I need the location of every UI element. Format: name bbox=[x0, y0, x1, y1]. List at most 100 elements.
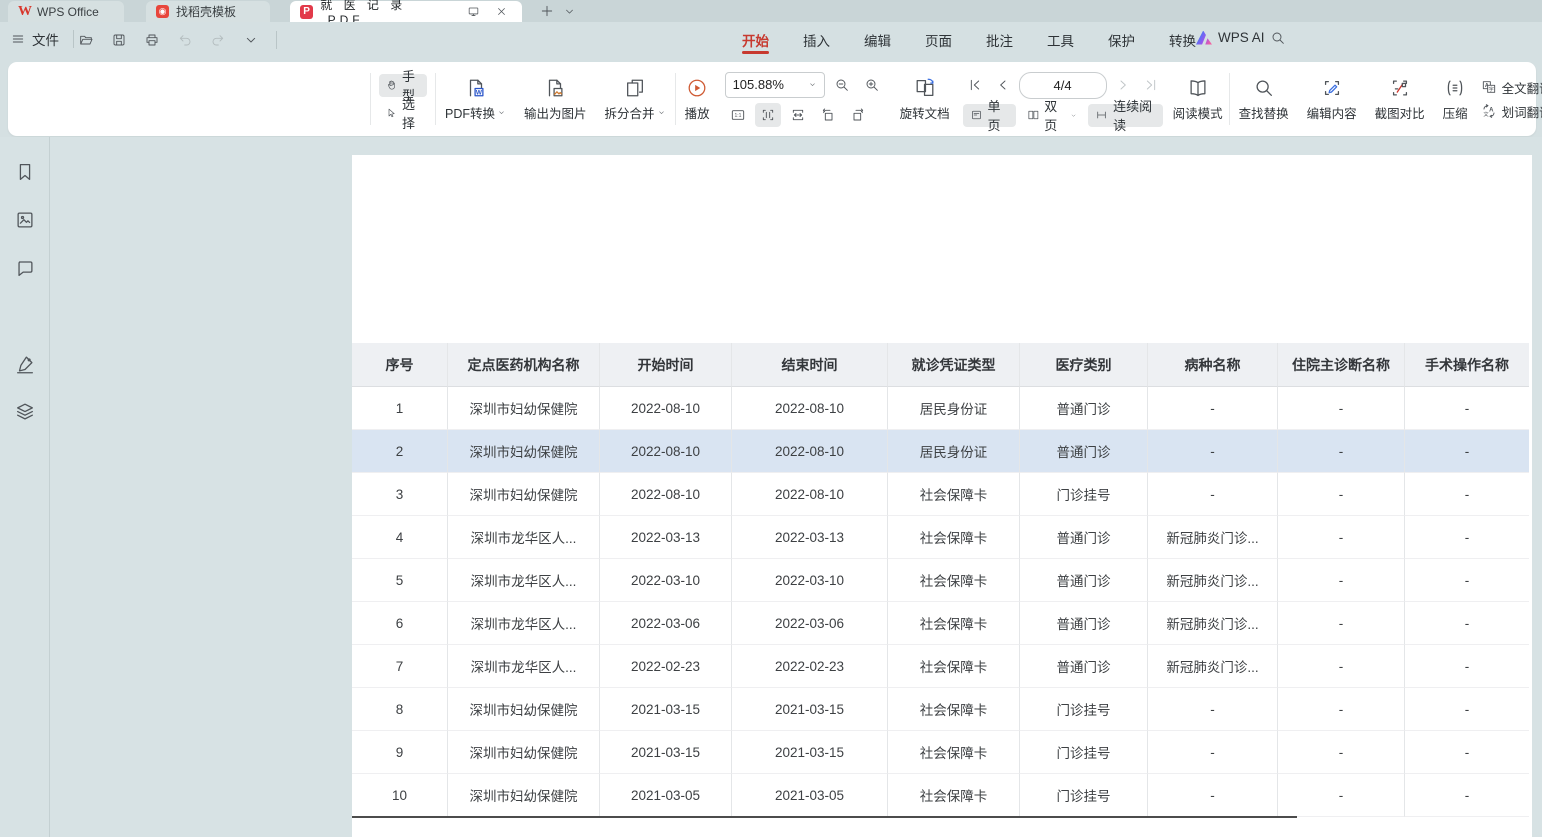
menu-comment[interactable]: 批注 bbox=[984, 22, 1015, 58]
file-menu[interactable]: 文件 bbox=[10, 29, 74, 49]
menu-search-icon[interactable] bbox=[1270, 30, 1286, 51]
wps-logo-icon: W bbox=[18, 4, 30, 20]
layers-icon[interactable] bbox=[10, 397, 40, 427]
menu-convert[interactable]: 转换 bbox=[1167, 22, 1198, 58]
prev-page-button[interactable] bbox=[991, 73, 1015, 97]
next-page-button[interactable] bbox=[1111, 73, 1135, 97]
signature-icon[interactable] bbox=[10, 349, 40, 379]
compress-button[interactable]: 压缩 bbox=[1434, 77, 1477, 122]
table-cell: - bbox=[1278, 473, 1405, 516]
folder-open-icon[interactable] bbox=[74, 29, 98, 51]
play-label: 播放 bbox=[685, 103, 710, 122]
table-cell: 新冠肺炎门诊... bbox=[1148, 559, 1278, 602]
pdf-page[interactable]: 序号定点医药机构名称开始时间结束时间就诊凭证类型医疗类别病种名称住院主诊断名称手… bbox=[352, 155, 1532, 837]
table-cell: 2021-03-15 bbox=[732, 731, 888, 774]
menu-tools[interactable]: 工具 bbox=[1045, 22, 1076, 58]
table-cell: 社会保障卡 bbox=[888, 774, 1020, 817]
double-page-button[interactable]: 双页 bbox=[1020, 104, 1085, 127]
menu-protect[interactable]: 保护 bbox=[1106, 22, 1137, 58]
pdf-file-icon: P bbox=[300, 5, 313, 19]
window-tab-bar: W WPS Office ◉ 找稻壳模板 P 就 医 记 录 .PDF bbox=[0, 0, 1542, 22]
rotate-document-button[interactable]: 旋转文档 bbox=[891, 77, 959, 122]
menu-home[interactable]: 开始 bbox=[740, 22, 771, 58]
menu-insert[interactable]: 插入 bbox=[801, 22, 832, 58]
tab-list-chevron-icon[interactable] bbox=[558, 0, 580, 22]
monitor-icon[interactable] bbox=[463, 5, 484, 18]
table-cell: 4 bbox=[352, 516, 448, 559]
table-cell: 2022-08-10 bbox=[600, 473, 732, 516]
page-indicator: 4/4 bbox=[1054, 78, 1072, 93]
new-tab-plus-icon[interactable] bbox=[536, 0, 558, 22]
full-translate-button[interactable]: 全文翻译 bbox=[1481, 78, 1542, 97]
rotate-left-button[interactable] bbox=[815, 103, 841, 127]
export-image-button[interactable]: 输出为图片 bbox=[515, 77, 596, 122]
table-cell: 2022-03-10 bbox=[600, 559, 732, 602]
tab-wps-office[interactable]: W WPS Office bbox=[8, 1, 124, 22]
read-mode-button[interactable]: 阅读模式 bbox=[1167, 77, 1229, 122]
menu-items: 开始插入编辑页面批注工具保护转换 bbox=[740, 22, 1198, 58]
tab-label: WPS Office bbox=[37, 5, 99, 19]
column-header: 住院主诊断名称 bbox=[1278, 343, 1405, 387]
table-cell: - bbox=[1278, 430, 1405, 473]
word-translate-button[interactable]: 划词翻译 bbox=[1481, 102, 1542, 121]
table-cell: 2022-08-10 bbox=[600, 387, 732, 430]
table-cell: 新冠肺炎门诊... bbox=[1148, 645, 1278, 688]
table-cell: 2021-03-15 bbox=[600, 688, 732, 731]
save-icon[interactable] bbox=[107, 29, 131, 51]
pdf-convert-button[interactable]: PDF转换 bbox=[436, 77, 515, 122]
fit-width-button[interactable] bbox=[785, 103, 811, 127]
menu-page[interactable]: 页面 bbox=[923, 22, 954, 58]
find-replace-button[interactable]: 查找替换 bbox=[1230, 77, 1298, 122]
edit-content-button[interactable]: 编辑内容 bbox=[1298, 77, 1366, 122]
fit-page-button[interactable] bbox=[755, 103, 781, 127]
close-icon[interactable] bbox=[491, 5, 512, 18]
compress-label: 压缩 bbox=[1443, 103, 1468, 122]
split-merge-button[interactable]: 拆分合并 bbox=[596, 77, 675, 122]
table-cell: 2022-08-10 bbox=[732, 430, 888, 473]
play-button[interactable]: 播放 bbox=[676, 77, 719, 122]
menu-edit[interactable]: 编辑 bbox=[862, 22, 893, 58]
table-cell: 2021-03-05 bbox=[732, 774, 888, 817]
tab-docer[interactable]: ◉ 找稻壳模板 bbox=[146, 1, 270, 22]
table-cell: 深圳市龙华区人... bbox=[448, 559, 600, 602]
table-cell: 2 bbox=[352, 430, 448, 473]
table-cell: - bbox=[1278, 559, 1405, 602]
first-page-button[interactable] bbox=[963, 73, 987, 97]
last-page-button[interactable] bbox=[1139, 73, 1163, 97]
single-page-button[interactable]: 单页 bbox=[963, 104, 1016, 127]
zoom-in-button[interactable] bbox=[859, 73, 885, 97]
table-cell: - bbox=[1148, 774, 1278, 817]
attachment-icon[interactable] bbox=[10, 301, 40, 331]
bookmark-icon[interactable] bbox=[10, 157, 40, 187]
redo-icon[interactable] bbox=[206, 29, 230, 51]
table-cell: 社会保障卡 bbox=[888, 688, 1020, 731]
export-image-label: 输出为图片 bbox=[524, 103, 587, 122]
thumbnails-icon[interactable] bbox=[10, 205, 40, 235]
tab-document[interactable]: P 就 医 记 录 .PDF bbox=[290, 1, 522, 22]
print-icon[interactable] bbox=[140, 29, 164, 51]
table-cell: 深圳市妇幼保健院 bbox=[448, 430, 600, 473]
table-cell: 新冠肺炎门诊... bbox=[1148, 516, 1278, 559]
comment-icon[interactable] bbox=[10, 253, 40, 283]
zoom-out-button[interactable] bbox=[829, 73, 855, 97]
play-icon bbox=[686, 77, 708, 99]
table-row: 9深圳市妇幼保健院2021-03-152021-03-15社会保障卡门诊挂号--… bbox=[352, 731, 1529, 774]
menu-wps-ai[interactable]: WPS AI bbox=[1196, 30, 1265, 45]
chevron-down-icon[interactable] bbox=[239, 29, 263, 51]
undo-icon[interactable] bbox=[173, 29, 197, 51]
table-cell: 普通门诊 bbox=[1020, 387, 1148, 430]
table-cell: 2022-08-10 bbox=[732, 473, 888, 516]
tab-label: 找稻壳模板 bbox=[176, 3, 236, 20]
zoom-level-select[interactable]: 105.88% bbox=[725, 72, 825, 98]
table-cell: - bbox=[1278, 645, 1405, 688]
table-bottom-scrollbar[interactable] bbox=[352, 816, 1297, 818]
actual-size-button[interactable] bbox=[725, 103, 751, 127]
table-cell: 8 bbox=[352, 688, 448, 731]
page-number-input[interactable]: 4/4 bbox=[1019, 72, 1107, 99]
rotate-right-button[interactable] bbox=[845, 103, 871, 127]
find-replace-icon bbox=[1253, 77, 1275, 99]
select-tool-button[interactable]: 选择 bbox=[379, 102, 427, 125]
continuous-read-button[interactable]: 连续阅读 bbox=[1088, 104, 1163, 127]
snapshot-compare-button[interactable]: 截图对比 bbox=[1366, 77, 1434, 122]
table-cell: - bbox=[1278, 387, 1405, 430]
